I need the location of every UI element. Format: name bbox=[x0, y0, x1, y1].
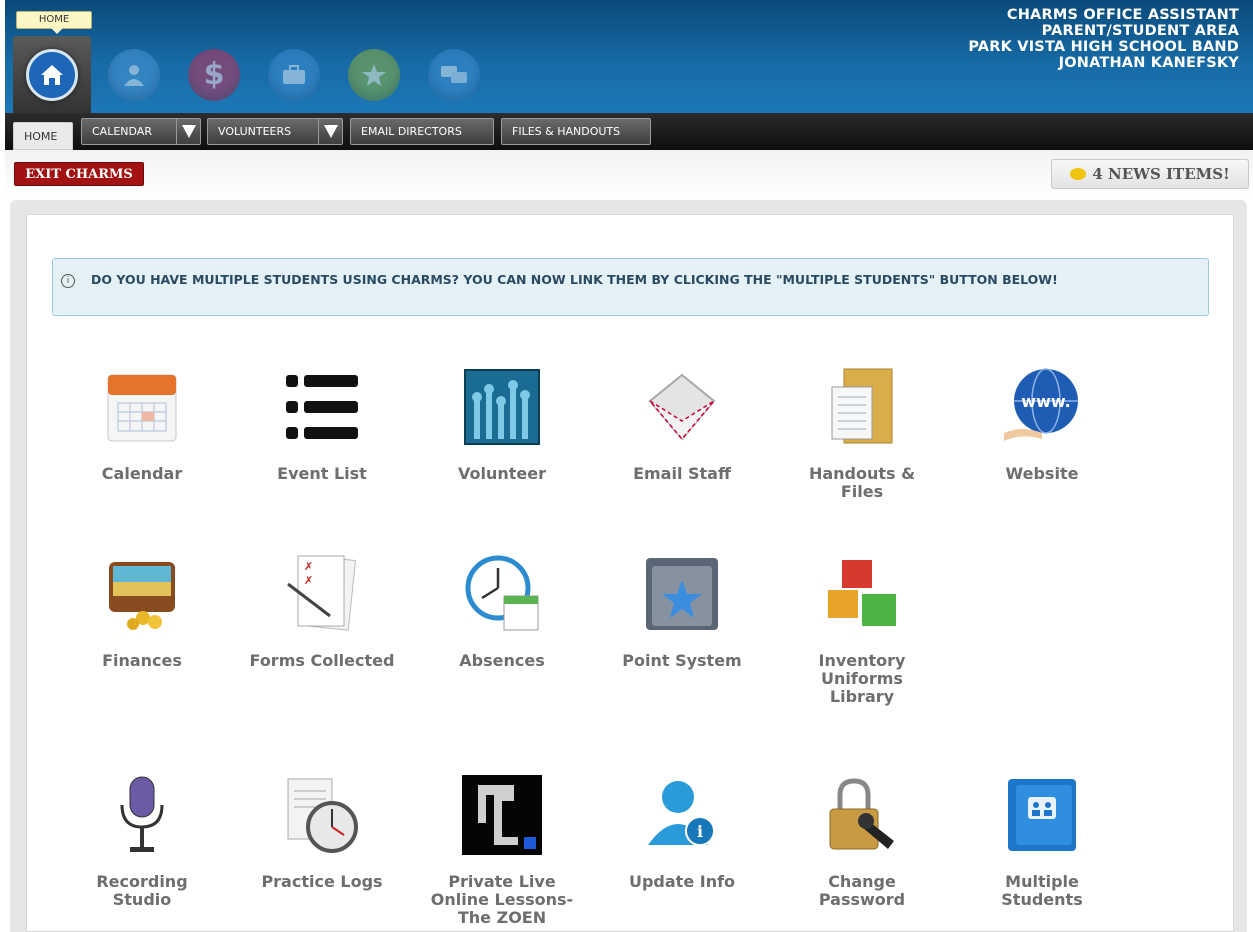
briefcase-module-button[interactable] bbox=[255, 36, 333, 113]
chat-module-button[interactable] bbox=[415, 36, 493, 113]
raised-hands-icon bbox=[457, 362, 547, 452]
tab-calendar[interactable]: CALENDAR bbox=[81, 118, 201, 145]
top-nav: HOME CALENDAR VOLUNTEERS EMAIL DIRECTORS… bbox=[5, 113, 1253, 150]
update-info-tile[interactable]: i Update Info bbox=[607, 770, 757, 891]
change-password-tile[interactable]: Change Password bbox=[787, 770, 937, 909]
globe-icon: www. bbox=[997, 362, 1087, 452]
profile-module-button[interactable] bbox=[95, 36, 173, 113]
person-icon bbox=[108, 48, 160, 101]
inventory-tile[interactable]: Inventory Uniforms Library bbox=[787, 549, 937, 706]
finances-label: Finances bbox=[102, 651, 182, 670]
recording-studio-label: Recording Studio bbox=[96, 872, 188, 909]
info-alert: i DO YOU HAVE MULTIPLE STUDENTS USING CH… bbox=[52, 258, 1209, 316]
practice-logs-tile[interactable]: Practice Logs bbox=[247, 770, 397, 891]
absences-tile[interactable]: Absences bbox=[427, 549, 577, 670]
inventory-label: Inventory Uniforms Library bbox=[818, 651, 906, 706]
volunteer-label: Volunteer bbox=[457, 464, 546, 483]
info-icon: i bbox=[61, 274, 75, 288]
clock-icon bbox=[457, 549, 547, 639]
charms-app: $ HOME CHARMS OFFICE ASSISTANT PARENT/ST… bbox=[0, 0, 1253, 932]
website-tile[interactable]: www. Website bbox=[967, 362, 1117, 483]
chevron-down-icon[interactable] bbox=[318, 119, 342, 144]
event-list-label: Event List bbox=[277, 464, 367, 483]
boxes-icon bbox=[817, 549, 907, 639]
star-module-button[interactable] bbox=[335, 36, 413, 113]
finance-module-button[interactable]: $ bbox=[175, 36, 253, 113]
zoen-lessons-tile[interactable]: Private Live Online Lessons- The ZOEN bbox=[427, 770, 577, 927]
app-title: CHARMS OFFICE ASSISTANT bbox=[1006, 7, 1239, 23]
wallet-icon bbox=[97, 549, 187, 639]
update-info-label: Update Info bbox=[628, 872, 736, 891]
forms-icon: ✗ ✗ bbox=[277, 549, 367, 639]
user-info-icon: i bbox=[637, 770, 727, 860]
stopwatch-icon bbox=[277, 770, 367, 860]
recording-studio-tile[interactable]: Recording Studio bbox=[67, 770, 217, 909]
svg-text:www.: www. bbox=[1021, 392, 1070, 411]
calendar-tile[interactable]: Calendar bbox=[67, 362, 217, 483]
change-password-label: Change Password bbox=[818, 872, 906, 909]
briefcase-icon bbox=[268, 48, 320, 101]
news-items-button[interactable]: 4 NEWS ITEMS! bbox=[1051, 159, 1249, 189]
email-staff-tile[interactable]: Email Staff bbox=[607, 362, 757, 483]
action-bar: EXIT CHARMS 4 NEWS ITEMS! bbox=[5, 150, 1253, 198]
tab-home[interactable]: HOME bbox=[13, 122, 73, 150]
home-icon bbox=[26, 48, 78, 101]
multiple-students-label: Multiple Students bbox=[1001, 872, 1083, 909]
organization-name: PARK VISTA HIGH SCHOOL BAND bbox=[968, 39, 1239, 55]
practice-logs-label: Practice Logs bbox=[261, 872, 383, 891]
volunteer-tile[interactable]: Volunteer bbox=[427, 362, 577, 483]
exit-charms-button[interactable]: EXIT CHARMS bbox=[14, 162, 144, 186]
svg-text:✗: ✗ bbox=[304, 560, 313, 573]
user-name: JONATHAN KANEFSKY bbox=[1058, 55, 1239, 71]
website-label: Website bbox=[1005, 464, 1079, 483]
list-icon bbox=[277, 362, 367, 452]
news-items-label: 4 NEWS ITEMS! bbox=[1092, 165, 1230, 183]
star-folder-icon bbox=[637, 549, 727, 639]
point-system-tile[interactable]: Point System bbox=[607, 549, 757, 670]
lock-key-icon bbox=[817, 770, 907, 860]
group-book-icon bbox=[997, 770, 1087, 860]
point-system-label: Point System bbox=[622, 651, 742, 670]
alert-message: DO YOU HAVE MULTIPLE STUDENTS USING CHAR… bbox=[91, 272, 1058, 287]
absences-label: Absences bbox=[459, 651, 545, 670]
folder-icon bbox=[817, 362, 907, 452]
tab-calendar-label: CALENDAR bbox=[92, 125, 152, 138]
chat-icon bbox=[428, 48, 480, 101]
tab-files-handouts[interactable]: FILES & HANDOUTS bbox=[501, 118, 651, 145]
svg-text:i: i bbox=[697, 822, 703, 841]
forms-collected-label: Forms Collected bbox=[249, 651, 395, 670]
chevron-down-icon[interactable] bbox=[176, 119, 200, 144]
dollar-icon: $ bbox=[188, 48, 240, 101]
handouts-files-label: Handouts & Files bbox=[808, 464, 916, 501]
home-tooltip: HOME bbox=[16, 11, 92, 34]
area-label: PARENT/STUDENT AREA bbox=[1041, 23, 1239, 39]
tab-volunteers[interactable]: VOLUNTEERS bbox=[207, 118, 343, 145]
star-icon bbox=[348, 48, 400, 101]
handouts-files-tile[interactable]: Handouts & Files bbox=[787, 362, 937, 501]
multiple-students-tile[interactable]: Multiple Students bbox=[967, 770, 1117, 909]
email-staff-label: Email Staff bbox=[633, 464, 731, 483]
finances-tile[interactable]: Finances bbox=[67, 549, 217, 670]
calendar-label: Calendar bbox=[101, 464, 183, 483]
tab-volunteers-label: VOLUNTEERS bbox=[218, 125, 292, 138]
header: $ HOME CHARMS OFFICE ASSISTANT PARENT/ST… bbox=[5, 0, 1253, 113]
tab-email-directors[interactable]: EMAIL DIRECTORS bbox=[350, 118, 494, 145]
account-info: CHARMS OFFICE ASSISTANT PARENT/STUDENT A… bbox=[968, 7, 1239, 71]
zoen-lessons-label: Private Live Online Lessons- The ZOEN bbox=[430, 872, 574, 927]
home-module-button[interactable] bbox=[13, 36, 91, 113]
event-list-tile[interactable]: Event List bbox=[247, 362, 397, 483]
speech-bubble-icon bbox=[1070, 168, 1087, 180]
calendar-icon bbox=[97, 362, 187, 452]
forms-collected-tile[interactable]: ✗ ✗ Forms Collected bbox=[247, 549, 397, 670]
svg-text:✗: ✗ bbox=[304, 574, 313, 587]
zoen-logo-icon bbox=[457, 770, 547, 860]
microphone-icon bbox=[97, 770, 187, 860]
envelope-icon bbox=[637, 362, 727, 452]
